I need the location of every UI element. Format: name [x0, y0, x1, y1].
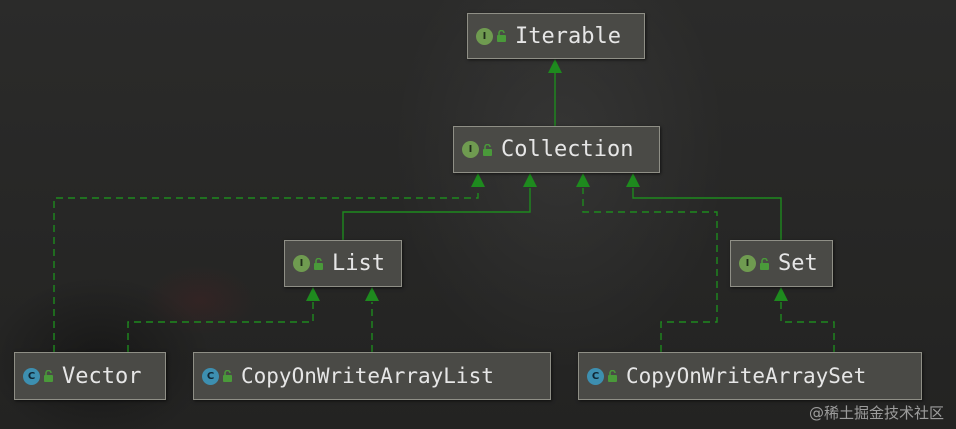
interface-badge-icon: I	[293, 255, 310, 272]
node-set[interactable]: I Set	[730, 240, 833, 287]
interface-badge-icon: I	[476, 27, 493, 45]
unlock-icon	[497, 30, 506, 42]
class-badge-icon: C	[202, 367, 219, 385]
node-label: CopyOnWriteArraySet	[626, 364, 867, 388]
arrowhead-list-1	[306, 287, 320, 301]
node-label: Iterable	[515, 23, 621, 49]
node-vector[interactable]: C Vector	[14, 352, 166, 400]
watermark: @稀土掘金技术社区	[808, 404, 944, 422]
class-badge-icon: C	[587, 367, 604, 385]
interface-badge-icon: I	[739, 255, 756, 272]
arrowhead-collection-2	[523, 173, 537, 187]
edge-vector-list	[127, 302, 314, 352]
node-label: CopyOnWriteArrayList	[241, 364, 494, 388]
unlock-icon	[608, 370, 617, 382]
node-label: List	[332, 251, 385, 276]
arrowhead-list-2	[365, 287, 379, 301]
unlock-icon	[44, 370, 53, 382]
arrowhead-collection-4	[626, 173, 640, 187]
arrowhead-collection-1	[471, 173, 485, 187]
unlock-icon	[223, 370, 232, 382]
node-collection[interactable]: I Collection	[453, 126, 660, 173]
node-label: Set	[778, 251, 818, 276]
arrowhead-collection-3	[576, 173, 590, 187]
class-badge-icon: C	[23, 367, 40, 385]
unlock-icon	[314, 257, 323, 270]
node-copyonwritearrayset[interactable]: C CopyOnWriteArraySet	[578, 352, 922, 400]
unlock-icon	[760, 257, 769, 270]
arrowhead-set	[774, 287, 788, 301]
edge-set-collection	[632, 188, 782, 240]
node-label: Collection	[501, 137, 634, 162]
node-label: Vector	[62, 363, 142, 389]
edge-cowas-set	[780, 302, 835, 352]
interface-badge-icon: I	[462, 141, 479, 158]
node-iterable[interactable]: I Iterable	[467, 13, 645, 59]
edge-list-collection	[342, 188, 531, 240]
node-copyonwritearraylist[interactable]: C CopyOnWriteArrayList	[193, 352, 551, 400]
node-list[interactable]: I List	[284, 240, 402, 287]
arrowhead-iterable	[548, 59, 562, 73]
edge-cowas-collection	[582, 188, 718, 352]
unlock-icon	[483, 143, 492, 156]
